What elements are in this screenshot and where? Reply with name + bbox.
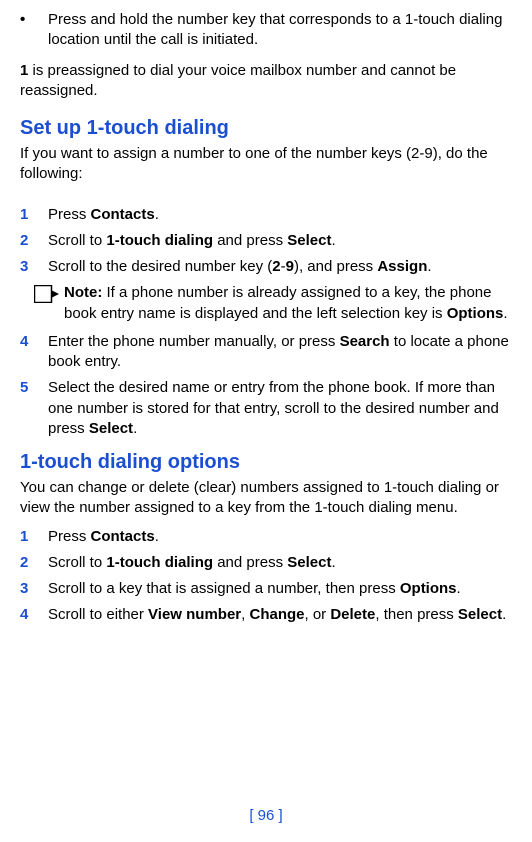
t-bold: Delete — [330, 606, 375, 623]
t-bold: Search — [340, 333, 390, 350]
t: Scroll to — [48, 554, 106, 571]
t: Scroll to a key that is assigned a numbe… — [48, 580, 400, 597]
step-num: 2 — [20, 231, 48, 251]
t: . — [427, 258, 431, 275]
options-step-1: 1 Press Contacts. — [20, 527, 512, 547]
t: Enter the phone number manually, or pres… — [48, 333, 340, 350]
t-bold: Assign — [377, 258, 427, 275]
options-intro: You can change or delete (clear) numbers… — [20, 478, 512, 519]
t-bold: 2 — [272, 258, 280, 275]
step-text: Press Contacts. — [48, 527, 512, 547]
options-step-2: 2 Scroll to 1-touch dialing and press Se… — [20, 553, 512, 573]
step-text: Scroll to either View number, Change, or… — [48, 605, 512, 625]
t: . — [502, 606, 506, 623]
step-num: 5 — [20, 378, 48, 439]
step-text: Scroll to 1-touch dialing and press Sele… — [48, 231, 512, 251]
t: . — [155, 528, 159, 545]
setup-step-1: 1 Press Contacts. — [20, 205, 512, 225]
note-text: Note: If a phone number is already assig… — [64, 283, 512, 324]
step-text: Press Contacts. — [48, 205, 512, 225]
setup-step-3: 3 Scroll to the desired number key (2-9)… — [20, 257, 512, 277]
setup-step-2: 2 Scroll to 1-touch dialing and press Se… — [20, 231, 512, 251]
step-num: 4 — [20, 332, 48, 373]
t-bold: View number — [148, 606, 241, 623]
t: Scroll to the desired number key ( — [48, 258, 272, 275]
options-step-4: 4 Scroll to either View number, Change, … — [20, 605, 512, 625]
step-num: 1 — [20, 527, 48, 547]
step-num: 1 — [20, 205, 48, 225]
t-bold: Contacts — [91, 206, 155, 223]
options-step-3: 3 Scroll to a key that is assigned a num… — [20, 579, 512, 599]
t-bold: Select — [89, 420, 133, 437]
step-num: 3 — [20, 257, 48, 277]
t-bold: 1-touch dialing — [106, 554, 213, 571]
t: Scroll to — [48, 232, 106, 249]
t: Scroll to either — [48, 606, 148, 623]
step-text: Scroll to a key that is assigned a numbe… — [48, 579, 512, 599]
t-bold: 1-touch dialing — [106, 232, 213, 249]
t-bold: Options — [447, 305, 504, 322]
setup-step-4: 4 Enter the phone number manually, or pr… — [20, 332, 512, 373]
document-body: • Press and hold the number key that cor… — [20, 10, 512, 626]
step-num: 2 — [20, 553, 48, 573]
step-text: Enter the phone number manually, or pres… — [48, 332, 512, 373]
t-bold: Contacts — [91, 528, 155, 545]
t-bold: Select — [458, 606, 502, 623]
t-bold: Options — [400, 580, 457, 597]
t-bold: Select — [287, 232, 331, 249]
step-text: Scroll to 1-touch dialing and press Sele… — [48, 553, 512, 573]
preassigned-paragraph: 1 is preassigned to dial your voice mail… — [20, 61, 512, 102]
t-bold: 9 — [286, 258, 294, 275]
note-label: Note: — [64, 284, 107, 301]
t: . — [155, 206, 159, 223]
note-icon — [20, 283, 64, 324]
page-number: [ 96 ] — [0, 807, 532, 824]
t: ), and press — [294, 258, 377, 275]
t: . — [331, 232, 335, 249]
step-text: Scroll to the desired number key (2-9), … — [48, 257, 512, 277]
t-bold: Change — [249, 606, 304, 623]
preassigned-rest: is preassigned to dial your voice mailbo… — [20, 62, 456, 99]
setup-heading: Set up 1-touch dialing — [20, 115, 512, 142]
intro-bullet: • Press and hold the number key that cor… — [20, 10, 512, 51]
t: and press — [213, 232, 287, 249]
t: . — [133, 420, 137, 437]
t: and press — [213, 554, 287, 571]
step-num: 3 — [20, 579, 48, 599]
t: Press — [48, 206, 91, 223]
t: , or — [305, 606, 331, 623]
step-text: Select the desired name or entry from th… — [48, 378, 512, 439]
t: , then press — [375, 606, 458, 623]
step-num: 4 — [20, 605, 48, 625]
bullet-mark: • — [20, 10, 48, 51]
t: Press — [48, 528, 91, 545]
t: If a phone number is already assigned to… — [64, 284, 491, 321]
intro-bullet-text: Press and hold the number key that corre… — [48, 10, 512, 51]
setup-intro: If you want to assign a number to one of… — [20, 144, 512, 185]
t: . — [331, 554, 335, 571]
setup-step-5: 5 Select the desired name or entry from … — [20, 378, 512, 439]
t: . — [457, 580, 461, 597]
t-bold: Select — [287, 554, 331, 571]
note-block: Note: If a phone number is already assig… — [20, 283, 512, 324]
t: . — [503, 305, 507, 322]
options-heading: 1-touch dialing options — [20, 449, 512, 476]
